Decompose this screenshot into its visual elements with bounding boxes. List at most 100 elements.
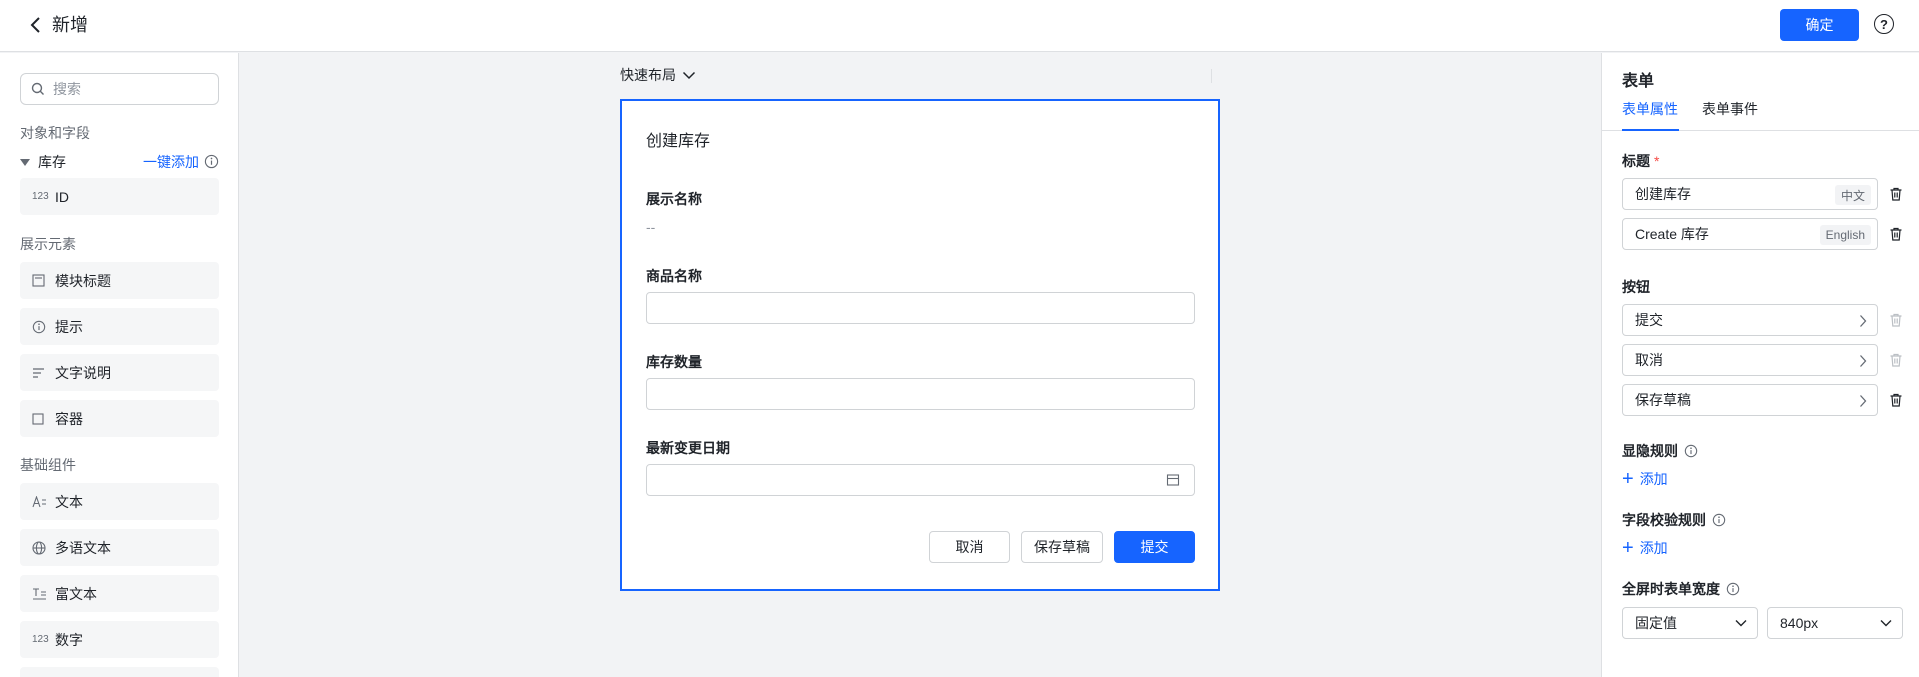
basic-item-rich-text[interactable]: 富文本 [20,575,219,612]
search-icon [31,82,44,95]
button-config-label: 取消 [1635,352,1663,368]
back-button[interactable] [24,14,46,36]
trash-icon [1890,313,1902,327]
lang-tag-zh: 中文 [1834,185,1871,205]
add-all-link[interactable]: 一键添加 [143,152,199,172]
display-item-container[interactable]: 容器 [20,400,219,437]
chevron-right-icon [1860,355,1867,367]
basic-item-label: 文本 [55,493,83,510]
basic-item-multilang-text[interactable]: 多语文本 [20,529,219,566]
width-mode-value: 固定值 [1635,615,1677,631]
globe-icon [32,540,48,555]
basic-item-more[interactable] [20,667,219,677]
buttons-label: 按钮 [1622,279,1650,295]
trash-icon[interactable] [1888,226,1904,242]
fullscreen-width-label: 全屏时表单宽度 [1622,579,1740,599]
field-item-label: ID [55,188,69,205]
plus-icon: + [1622,537,1634,559]
panel-tabs: 表单属性 表单事件 [1602,99,1919,131]
basic-item-text[interactable]: 文本 [20,483,219,520]
search-box [20,73,219,105]
container-icon [32,412,48,425]
trash-icon[interactable] [1888,186,1904,202]
trash-icon[interactable] [1888,392,1904,408]
title-input-en[interactable]: Create 库存 English [1622,218,1878,250]
text-lines-icon [32,367,48,379]
stock-qty-input[interactable] [646,378,1195,410]
object-row-inventory[interactable]: 库存 一键添加 [20,152,219,172]
add-label: 添加 [1639,471,1668,487]
field-item-id[interactable]: 123 ID [20,178,219,215]
quick-layout-label: 快速布局 [620,67,676,83]
properties-panel: 表单 表单属性 表单事件 标题 * 创建库存 中文 Create 库存 Engl… [1601,53,1919,677]
quick-layout-dropdown[interactable]: 快速布局 [620,65,696,85]
display-item-label: 容器 [55,410,83,427]
form-canvas: 快速布局 创建库存 展示名称 -- 商品名称 库存数量 最新变更日期 取消 保存… [240,53,1601,677]
trash-icon [1890,353,1902,367]
plus-icon: + [1622,468,1634,490]
info-icon[interactable] [1712,513,1726,527]
width-value-select[interactable]: 840px [1767,607,1903,639]
cancel-button[interactable]: 取消 [929,531,1010,563]
form-card[interactable]: 创建库存 展示名称 -- 商品名称 库存数量 最新变更日期 取消 保存草稿 提交 [620,99,1220,591]
width-mode-select[interactable]: 固定值 [1622,607,1758,639]
add-validation-rule-button[interactable]: + 添加 [1622,538,1668,558]
visibility-rules-text: 显隐规则 [1622,443,1678,459]
tab-form-events[interactable]: 表单事件 [1702,99,1758,119]
button-config-submit[interactable]: 提交 [1622,304,1878,336]
submit-button[interactable]: 提交 [1114,531,1195,563]
info-icon[interactable] [204,154,219,169]
save-draft-button[interactable]: 保存草稿 [1021,531,1103,563]
button-config-label: 保存草稿 [1635,392,1691,408]
display-item-label: 文字说明 [55,364,111,381]
form-title: 创建库存 [646,133,711,150]
confirm-button[interactable]: 确定 [1780,9,1859,41]
object-name: 库存 [38,154,66,170]
text-icon [32,495,48,508]
add-visibility-rule-button[interactable]: + 添加 [1622,469,1668,489]
title-value-zh: 创建库存 [1635,186,1691,202]
display-item-text-desc[interactable]: 文字说明 [20,354,219,391]
rich-text-icon [32,587,48,600]
chevron-down-icon [1880,620,1892,627]
display-item-module-title[interactable]: 模块标题 [20,262,219,299]
title-label-text: 标题 [1622,153,1650,169]
help-icon[interactable]: ? [1874,14,1894,34]
title-input-zh[interactable]: 创建库存 中文 [1622,178,1878,210]
section-basic: 基础组件 [20,457,76,473]
basic-item-label: 数字 [55,631,83,648]
latest-change-date-picker[interactable] [646,464,1195,496]
validation-rules-label: 字段校验规则 [1622,510,1726,530]
active-tab-indicator [1622,129,1679,131]
info-icon [32,320,48,334]
info-icon[interactable] [1726,582,1740,596]
calendar-icon [1166,474,1180,486]
basic-item-label: 多语文本 [55,539,111,556]
caret-down-icon [20,158,30,166]
validation-rules-text: 字段校验规则 [1622,512,1706,528]
toolbar-divider [1211,69,1212,83]
module-title-icon [32,274,48,287]
button-config-save-draft[interactable]: 保存草稿 [1622,384,1878,416]
chevron-right-icon [1860,395,1867,407]
chevron-down-icon [1735,620,1747,627]
display-item-label: 模块标题 [55,272,111,289]
display-item-label: 提示 [55,318,83,335]
field-value-display-name: -- [646,219,656,235]
button-config-cancel[interactable]: 取消 [1622,344,1878,376]
title-value-en: Create 库存 [1635,226,1709,242]
add-label: 添加 [1639,540,1668,556]
search-input[interactable] [53,81,203,97]
visibility-rules-label: 显隐规则 [1622,441,1698,461]
component-sidebar: 对象和字段 库存 一键添加 123 ID 展示元素 模块标题 提示 文字说明 容… [0,53,239,677]
info-icon[interactable] [1684,444,1698,458]
button-config-label: 提交 [1635,312,1663,328]
lang-tag-en: English [1819,225,1871,245]
fullscreen-width-text: 全屏时表单宽度 [1622,581,1720,597]
tab-form-properties[interactable]: 表单属性 [1622,99,1678,119]
number-icon: 123 [32,191,49,202]
number-icon: 123 [32,634,49,645]
product-name-input[interactable] [646,292,1195,324]
basic-item-number[interactable]: 123 数字 [20,621,219,658]
display-item-tip[interactable]: 提示 [20,308,219,345]
